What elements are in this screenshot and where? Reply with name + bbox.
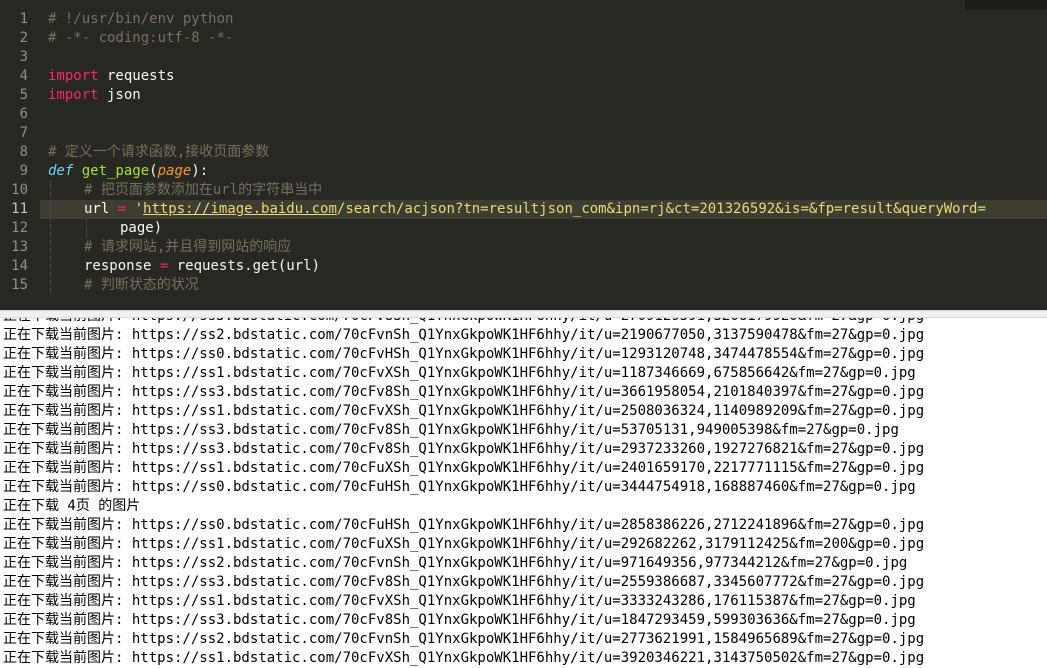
console-line: 正在下载当前图片: https://ss1.bdstatic.com/70cFv… (3, 593, 916, 609)
line-number: 4 (19, 68, 28, 84)
indent-guide (86, 219, 87, 238)
line-number: 12 (11, 220, 28, 236)
keyword-def: def (48, 163, 74, 179)
line-number: 3 (19, 49, 28, 65)
console-line: 正在下载当前图片: https://ss0.bdstatic.com/70cFu… (3, 479, 916, 495)
comment-text: # 把页面参数添加在url的字符串当中 (84, 182, 323, 198)
code-line-10[interactable]: # 把页面参数添加在url的字符串当中 (84, 181, 322, 200)
console-line: 正在下载当前图片: https://ss3.bdstatic.com/70cFv… (3, 422, 899, 438)
console-line: 正在下载当前图片: https://ss3.bdstatic.com/70cFv… (3, 574, 925, 590)
keyword-import: import (48, 87, 99, 103)
console-line-partial: 正在下载当前图片: https://ss3.bdstatic.com/70cFv… (3, 318, 924, 326)
line-number-active: 11 (11, 201, 28, 217)
console-line: 正在下载当前图片: https://ss3.bdstatic.com/70cFv… (3, 384, 925, 400)
pane-splitter[interactable] (0, 310, 1047, 318)
line-number: 9 (19, 163, 28, 179)
tab-strip-background (0, 0, 1047, 10)
line-number: 15 (11, 277, 28, 293)
console-line: 正在下载当前图片: https://ss2.bdstatic.com/70cFv… (3, 631, 925, 647)
function-name: get_page (81, 163, 150, 179)
console-line: 正在下载当前图片: https://ss0.bdstatic.com/70cFu… (3, 517, 925, 533)
code-line-8[interactable]: # 定义一个请求函数,接收页面参数 (48, 143, 269, 162)
line-number-gutter: 1 2 3 4 5 6 7 8 9 10 11 12 13 14 15 (0, 10, 40, 310)
code-line-11[interactable]: url = 'https://image.baidu.com/search/ac… (84, 200, 986, 219)
console-line-page-header: 正在下载 4页 的图片 (3, 498, 141, 514)
code-text: page) (120, 220, 163, 236)
console-line: 正在下载当前图片: https://ss3.bdstatic.com/70cFv… (3, 441, 925, 457)
line-number: 2 (19, 30, 28, 46)
line-number: 8 (19, 144, 28, 160)
line-number: 1 (19, 11, 28, 27)
code-line-5[interactable]: import json (48, 86, 141, 105)
console-line: 正在下载当前图片: https://ss1.bdstatic.com/70cFv… (3, 650, 925, 666)
console-line: 正在下载当前图片: https://ss0.bdstatic.com/70cFv… (3, 346, 925, 362)
string-url-rest: /search/acjson?tn=resultjson_com&ipn=rj&… (336, 201, 986, 217)
console-line: 正在下载当前图片: https://ss1.bdstatic.com/70cFu… (3, 536, 925, 552)
console-line: 正在下载当前图片: https://ss2.bdstatic.com/70cFv… (3, 327, 925, 343)
console-line: 正在下载当前图片: https://ss1.bdstatic.com/70cFu… (3, 460, 925, 476)
string-url-link[interactable]: https://image.baidu.com (143, 201, 337, 217)
code-line-15[interactable]: # 判断状态的状况 (84, 276, 199, 295)
console-line: 正在下载当前图片: https://ss2.bdstatic.com/70cFv… (3, 555, 908, 571)
variable-response: response (84, 258, 160, 274)
code-line-9[interactable]: def get_page(page): (48, 162, 208, 181)
code-line-1[interactable]: # !/usr/bin/env python (48, 10, 233, 29)
string-quote: ' (126, 201, 144, 217)
tab-strip-edge (965, 0, 1047, 10)
line-number: 13 (11, 239, 28, 255)
line-number: 6 (19, 106, 28, 122)
line-number: 14 (11, 258, 28, 274)
variable-url: url (84, 201, 118, 217)
comment-text: # 定义一个请求函数,接收页面参数 (48, 144, 270, 160)
keyword-import: import (48, 68, 99, 84)
parameter-name: page (157, 163, 192, 179)
comment-text: # !/usr/bin/env python (48, 11, 234, 27)
paren-close: ): (191, 163, 209, 179)
code-line-14[interactable]: response = requests.get(url) (84, 257, 320, 276)
code-line-12[interactable]: page) (120, 219, 162, 238)
line-number: 5 (19, 87, 28, 103)
assign-operator: = (117, 201, 127, 217)
console-output-pane[interactable]: 正在下载当前图片: https://ss3.bdstatic.com/70cFv… (0, 318, 1047, 668)
console-line: 正在下载当前图片: https://ss1.bdstatic.com/70cFv… (3, 403, 925, 419)
code-line-13[interactable]: # 请求网站,并且得到网站的响应 (84, 238, 291, 257)
comment-text: # -*- coding:utf-8 -*- (48, 30, 234, 46)
console-line: 正在下载当前图片: https://ss1.bdstatic.com/70cFv… (3, 365, 916, 381)
line-number: 7 (19, 125, 28, 141)
splitter-handle[interactable] (0, 311, 1047, 317)
paren-open: ( (149, 163, 158, 179)
code-text: requests.get(url) (168, 258, 321, 274)
line-number: 10 (11, 182, 28, 198)
code-line-2[interactable]: # -*- coding:utf-8 -*- (48, 29, 233, 48)
indent-guide (50, 181, 51, 295)
module-name: requests (98, 68, 175, 84)
code-line-4[interactable]: import requests (48, 67, 174, 86)
editor-tab-strip (0, 0, 1047, 10)
console-line: 正在下载当前图片: https://ss3.bdstatic.com/70cFv… (3, 612, 916, 628)
comment-text: # 请求网站,并且得到网站的响应 (84, 239, 292, 255)
comment-text: # 判断状态的状况 (84, 277, 199, 293)
module-name: json (98, 87, 141, 103)
code-editor-pane[interactable]: 1 2 3 4 5 6 7 8 9 10 11 12 13 14 15 # !/… (0, 0, 1047, 310)
